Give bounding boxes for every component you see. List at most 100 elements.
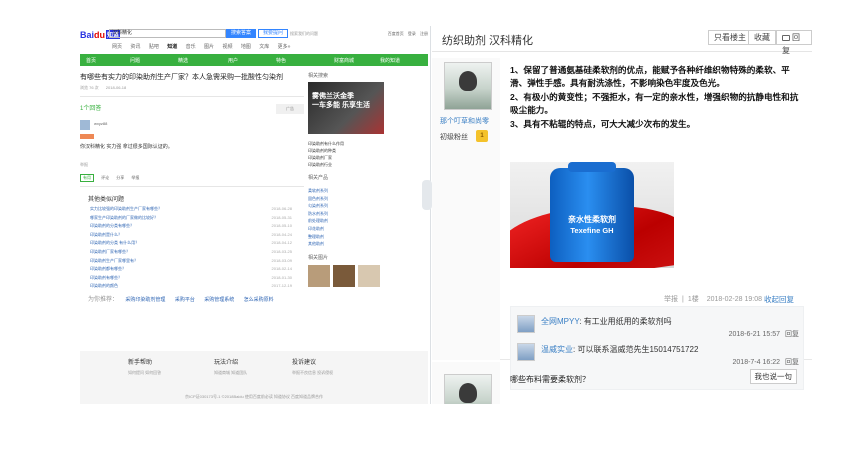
tab-zhidao[interactable]: 知道: [167, 44, 177, 50]
image-thumbs: [308, 264, 388, 287]
related-questions: 实力比较强的印染助剂生产厂家有哪些？ 2018-06-28 哪家生产印染助剂的厂家…: [90, 206, 292, 292]
ad-slot[interactable]: 广告: [276, 104, 304, 114]
list-item[interactable]: 柔软剂系列: [308, 187, 388, 195]
top-link-register[interactable]: 注册: [420, 31, 428, 36]
nav-my-zhidao[interactable]: 我的知道: [380, 57, 400, 64]
search-hint[interactable]: 搜索我们的问题: [290, 31, 318, 37]
nav-special[interactable]: 特色: [276, 57, 286, 64]
avatar[interactable]: [517, 343, 535, 361]
owner-only-button[interactable]: 只看楼主: [708, 30, 752, 45]
divider: [80, 186, 304, 187]
avatar[interactable]: [444, 374, 492, 404]
tab-images[interactable]: 图片: [204, 44, 214, 50]
list-item[interactable]: 印染助剂生产厂家哪里有？ 2018-03-09: [90, 258, 292, 267]
nav-home[interactable]: 首页: [86, 57, 96, 64]
top-link-login[interactable]: 登录: [408, 31, 416, 36]
list-item[interactable]: 固色剂系列: [308, 195, 388, 203]
search-answer-button[interactable]: 搜索答案: [226, 29, 256, 38]
list-item[interactable]: 印染助剂行业: [308, 161, 388, 168]
tab-map[interactable]: 地图: [241, 44, 251, 50]
recommend-link[interactable]: 怎么采购原料: [244, 297, 274, 303]
list-item[interactable]: 印染助剂的种类: [308, 147, 388, 154]
list-item[interactable]: 实力比较强的印染助剂生产厂家有哪些？ 2018-06-28: [90, 206, 292, 215]
reply-action-link[interactable]: 回复: [785, 331, 799, 338]
footer-help[interactable]: 新手帮助 如何提问 如何回答: [128, 357, 161, 376]
tab-news[interactable]: 资讯: [130, 44, 140, 50]
author-sidebar: 那个叮草和尚零 初级粉丝 1: [432, 58, 500, 360]
baidu-search-input[interactable]: 汉科精化: [109, 29, 226, 38]
ask-question-button[interactable]: 我要提问: [258, 29, 288, 38]
share-button[interactable]: 分享: [116, 175, 124, 180]
reply-text: 全网MPYY: 有工业用纸用的柔软剂吗: [541, 317, 672, 326]
collapse-replies-link[interactable]: 收起回复: [764, 294, 794, 305]
floor-number: 1楼: [687, 296, 699, 303]
tab-tieba[interactable]: 贴吧: [149, 44, 159, 50]
comment-button[interactable]: 评论: [101, 175, 109, 180]
list-item[interactable]: 印染助剂厂家有哪些？ 2018-03-25: [90, 249, 292, 258]
thread-title: 纺织助剂 汉科精化: [442, 35, 534, 47]
list-item[interactable]: 前处理助剂: [308, 217, 388, 225]
answer-text: 你汉科精化 实力强 拿过很多国际认证的。: [80, 144, 173, 150]
recommend-link[interactable]: 采购印染助剂管理: [125, 297, 165, 303]
favorite-button[interactable]: 收藏: [748, 30, 776, 45]
thumb-image[interactable]: [308, 264, 330, 287]
nav-mall[interactable]: 财富商城: [334, 57, 354, 64]
thread-post: 哪些布料需要柔软剂？: [432, 362, 812, 404]
tab-wenku[interactable]: 文库: [259, 44, 269, 50]
footer-intro[interactable]: 玩法介绍 知道商城 知道团队: [214, 357, 247, 376]
avatar[interactable]: [517, 315, 535, 333]
list-item[interactable]: 印染助剂的分类有哪些？ 2018-05-10: [90, 223, 292, 232]
list-item[interactable]: 匀染剂系列: [308, 202, 388, 210]
answerer-name[interactable]: wxyz88: [94, 121, 107, 126]
recommend-row: 为你推荐： 采购印染助剂管理 采购平台 采购管理系统 怎么采购原料: [88, 297, 274, 303]
footer-feedback[interactable]: 投诉建议 举报不良信息 投诉侵权: [292, 357, 333, 376]
report-link[interactable]: 举报: [80, 162, 88, 168]
list-item[interactable]: 印染助剂厂家: [308, 154, 388, 161]
list-item[interactable]: 印染助剂的分类 有什么用？ 2018-04-12: [90, 240, 292, 249]
recommend-link[interactable]: 采购平台: [175, 297, 195, 303]
nav-featured[interactable]: 精选: [178, 57, 188, 64]
tab-video[interactable]: 视频: [222, 44, 232, 50]
report-button[interactable]: 举报: [131, 175, 139, 180]
nav-users[interactable]: 用户: [228, 57, 238, 64]
tab-music[interactable]: 音乐: [186, 44, 196, 50]
list-item[interactable]: 防水剂系列: [308, 210, 388, 218]
report-link[interactable]: 举报: [664, 296, 678, 303]
reply-author[interactable]: 温威实业: [541, 345, 573, 354]
list-item[interactable]: 印染助剂有什么作用: [308, 140, 388, 147]
list-item[interactable]: 整理助剂: [308, 233, 388, 241]
list-item[interactable]: 哪家生产印染助剂的厂家做的比较好？ 2018-05-31: [90, 215, 292, 224]
list-item[interactable]: 印染助剂有哪些？ 2018-01-30: [90, 275, 292, 284]
baidu-top-bar: Baidu 知道 汉科精化 搜索答案 我要提问 搜索我们的问题 百度首页 登录 注…: [80, 26, 428, 54]
avatar[interactable]: [80, 120, 90, 130]
ad-banner[interactable]: 雾佛兰沃金季 一车多能 乐享生活: [308, 82, 384, 134]
right-section-title: 相关图片: [308, 254, 329, 261]
tab-web[interactable]: 网页: [112, 44, 122, 50]
reply-button[interactable]: 回复: [776, 30, 812, 55]
drum-lid-shape: [568, 162, 616, 172]
reply-author[interactable]: 全网MPYY: [541, 317, 579, 326]
answer-count: 1个回答: [80, 106, 102, 112]
list-item[interactable]: 印花助剂: [308, 225, 388, 233]
product-label-cn: 亲水性柔软剂: [568, 215, 616, 224]
thumb-image[interactable]: [358, 264, 380, 287]
avatar[interactable]: [444, 62, 492, 110]
reply-meta: 2018-6-21 15:57 回复: [728, 331, 799, 338]
author-name[interactable]: 那个叮草和尚零: [440, 116, 489, 126]
copyright: 京ICP证030173号-1 ©2018Baidu 使用百度前必读 知道协议 百…: [184, 394, 324, 399]
collapse-handle[interactable]: [422, 180, 432, 210]
useful-button[interactable]: 有用: [80, 174, 94, 182]
answer-actions: 有用 评论 分享 举报: [80, 174, 145, 182]
user-level-badge: [80, 134, 94, 139]
top-link-home[interactable]: 百度首页: [388, 31, 404, 36]
list-item[interactable]: 印染助剂的颜色 2017-12-19: [90, 283, 292, 292]
tab-more[interactable]: 更多»: [278, 44, 291, 50]
comment-icon: [782, 35, 790, 41]
list-item[interactable]: 其他助剂: [308, 240, 388, 248]
product-label-en: Texefine GH: [570, 226, 614, 235]
nav-questions[interactable]: 问题: [130, 57, 140, 64]
recommend-link[interactable]: 采购管理系统: [204, 297, 234, 303]
thumb-image[interactable]: [333, 264, 355, 287]
post-info: 举报 | 1楼 2018-02-28 19:08: [663, 296, 762, 303]
list-item[interactable]: 印染助剂都有哪些？ 2018-02-14: [90, 266, 292, 275]
